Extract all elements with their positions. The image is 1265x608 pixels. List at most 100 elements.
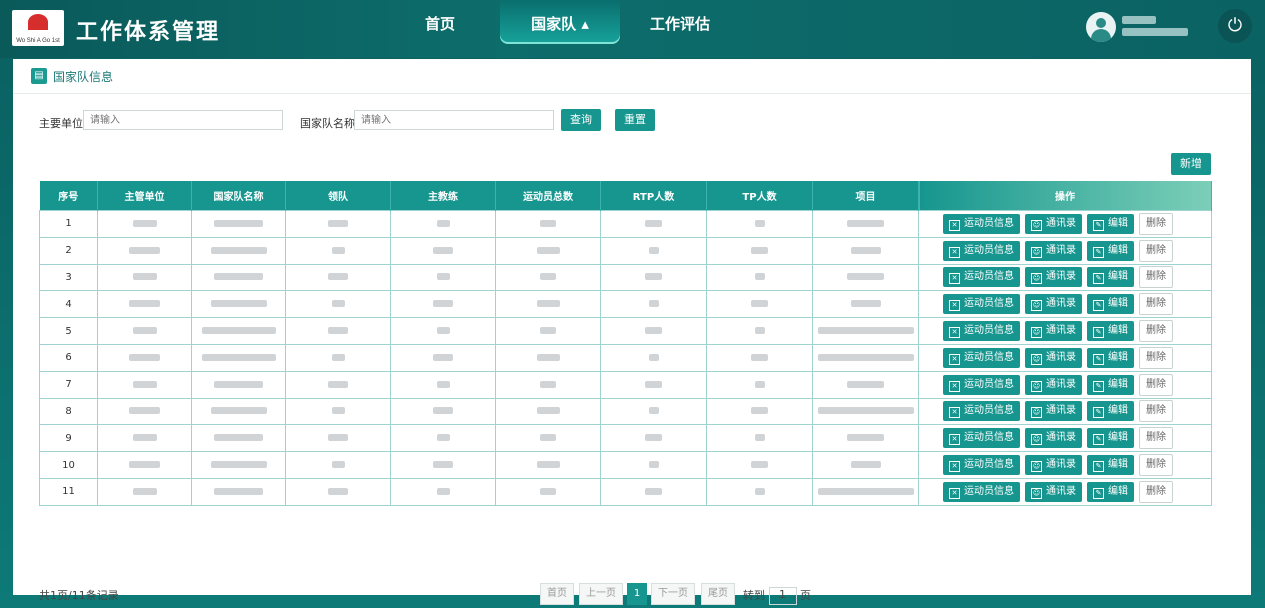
add-button[interactable]: 新增 bbox=[1171, 153, 1211, 175]
redacted-value bbox=[214, 487, 263, 495]
page-first[interactable]: 首页 bbox=[540, 583, 574, 605]
action-label: 运动员信息 bbox=[964, 244, 1014, 256]
athlete-info-button[interactable]: ✕ 运动员信息 bbox=[943, 374, 1020, 395]
edit-button[interactable]: ✎ 编辑 bbox=[1087, 294, 1134, 315]
athlete-info-button[interactable]: ✕ 运动员信息 bbox=[943, 428, 1020, 449]
edit-button[interactable]: ✎ 编辑 bbox=[1087, 401, 1134, 422]
edit-button[interactable]: ✎ 编辑 bbox=[1087, 428, 1134, 449]
redacted-value bbox=[754, 327, 765, 335]
contacts-button[interactable]: ☺ 通讯录 bbox=[1025, 374, 1082, 395]
edit-button[interactable]: ✎ 编辑 bbox=[1087, 374, 1134, 395]
delete-button[interactable]: 删除 bbox=[1139, 346, 1173, 369]
athlete-info-button[interactable]: ✕ 运动员信息 bbox=[943, 455, 1020, 476]
delete-button[interactable]: 删除 bbox=[1139, 454, 1173, 477]
table-row: 2 ✕ 运动员信息 ☺ 通讯录 ✎ 编辑 删除 bbox=[39, 236, 1212, 265]
col-no: 序号 bbox=[39, 181, 98, 211]
contacts-button[interactable]: ☺ 通讯录 bbox=[1025, 321, 1082, 342]
search-button[interactable]: 查询 bbox=[561, 109, 601, 131]
power-icon[interactable]: ⏻ bbox=[1218, 9, 1252, 43]
delete-button[interactable]: 删除 bbox=[1139, 427, 1173, 450]
action-label: 通讯录 bbox=[1046, 298, 1076, 310]
edit-button[interactable]: ✎ 编辑 bbox=[1087, 455, 1134, 476]
delete-button[interactable]: 删除 bbox=[1139, 373, 1173, 396]
redacted-value bbox=[433, 353, 453, 361]
athlete-info-button[interactable]: ✕ 运动员信息 bbox=[943, 401, 1020, 422]
content-panel: ▤ 国家队信息 主要单位 国家队名称 查询 重置 新增 序号 bbox=[13, 59, 1251, 605]
redacted-value bbox=[817, 487, 914, 495]
page-next[interactable]: 下一页 bbox=[651, 583, 695, 605]
redacted-value bbox=[210, 300, 267, 308]
page-current[interactable]: 1 bbox=[627, 583, 647, 605]
edit-button[interactable]: ✎ 编辑 bbox=[1087, 321, 1134, 342]
athlete-info-button[interactable]: ✕ 运动员信息 bbox=[943, 481, 1020, 502]
contacts-button[interactable]: ☺ 通讯录 bbox=[1025, 455, 1082, 476]
redacted-value bbox=[132, 327, 157, 335]
rtp-cell bbox=[600, 290, 707, 319]
action-label: 运动员信息 bbox=[964, 378, 1014, 390]
goto-input[interactable]: 1 bbox=[768, 587, 797, 605]
table-row: 6 ✕ 运动员信息 ☺ 通讯录 ✎ 编辑 删除 bbox=[39, 343, 1212, 372]
athlete-total-cell bbox=[495, 370, 601, 399]
action-label: 编辑 bbox=[1108, 325, 1128, 337]
unit-input[interactable] bbox=[83, 110, 283, 130]
row-number: 10 bbox=[39, 451, 98, 479]
rtp-cell bbox=[600, 397, 707, 426]
rtp-cell bbox=[600, 263, 707, 292]
redacted-value bbox=[436, 434, 450, 442]
redacted-value bbox=[536, 353, 560, 361]
athlete-info-button[interactable]: ✕ 运动员信息 bbox=[943, 321, 1020, 342]
reset-button[interactable]: 重置 bbox=[615, 109, 655, 131]
contacts-button[interactable]: ☺ 通讯录 bbox=[1025, 240, 1082, 261]
leader-cell bbox=[285, 370, 391, 399]
team-name-cell bbox=[191, 397, 286, 426]
edit-button[interactable]: ✎ 编辑 bbox=[1087, 267, 1134, 288]
athlete-total-cell bbox=[495, 236, 601, 265]
delete-button[interactable]: 删除 bbox=[1139, 293, 1173, 316]
contacts-button[interactable]: ☺ 通讯录 bbox=[1025, 428, 1082, 449]
contacts-button[interactable]: ☺ 通讯录 bbox=[1025, 294, 1082, 315]
redacted-value bbox=[331, 246, 345, 254]
athlete-info-button[interactable]: ✕ 运动员信息 bbox=[943, 347, 1020, 368]
nav-evaluation[interactable]: 工作评估 bbox=[620, 0, 740, 44]
contacts-button[interactable]: ☺ 通讯录 bbox=[1025, 347, 1082, 368]
contacts-button[interactable]: ☺ 通讯录 bbox=[1025, 267, 1082, 288]
edit-button[interactable]: ✎ 编辑 bbox=[1087, 213, 1134, 234]
app-frame: Wo Shi A Go 1st 工作体系管理 首页 国家队 ▴ 工作评估 ⏻ ▤… bbox=[0, 0, 1265, 608]
action-label: 运动员信息 bbox=[964, 405, 1014, 417]
page-prev[interactable]: 上一页 bbox=[579, 583, 623, 605]
edit-button[interactable]: ✎ 编辑 bbox=[1087, 481, 1134, 502]
delete-button[interactable]: 删除 bbox=[1139, 320, 1173, 343]
contacts-button[interactable]: ☺ 通讯录 bbox=[1025, 481, 1082, 502]
row-number: 3 bbox=[39, 263, 98, 292]
contacts-button[interactable]: ☺ 通讯录 bbox=[1025, 213, 1082, 234]
nav-national-team[interactable]: 国家队 ▴ bbox=[500, 0, 620, 44]
athlete-info-button[interactable]: ✕ 运动员信息 bbox=[943, 213, 1020, 234]
delete-button[interactable]: 删除 bbox=[1139, 212, 1173, 235]
athlete-info-button[interactable]: ✕ 运动员信息 bbox=[943, 240, 1020, 261]
contacts-button[interactable]: ☺ 通讯录 bbox=[1025, 401, 1082, 422]
delete-button[interactable]: 删除 bbox=[1139, 239, 1173, 262]
action-label: 通讯录 bbox=[1046, 405, 1076, 417]
main-nav: 首页 国家队 ▴ 工作评估 bbox=[380, 0, 740, 44]
avatar[interactable] bbox=[1086, 12, 1116, 42]
athlete-info-button[interactable]: ✕ 运动员信息 bbox=[943, 267, 1020, 288]
row-number: 7 bbox=[39, 370, 98, 399]
edit-button[interactable]: ✎ 编辑 bbox=[1087, 240, 1134, 261]
athlete-info-button[interactable]: ✕ 运动员信息 bbox=[943, 294, 1020, 315]
delete-button[interactable]: 删除 bbox=[1139, 480, 1173, 503]
team-name-input[interactable] bbox=[354, 110, 554, 130]
redacted-value bbox=[645, 327, 662, 335]
redacted-value bbox=[214, 273, 263, 281]
redacted-value bbox=[847, 380, 884, 388]
breadcrumb: ▤ 国家队信息 bbox=[13, 59, 1251, 94]
action-label: 通讯录 bbox=[1046, 485, 1076, 497]
redacted-value bbox=[436, 219, 450, 227]
actions-cell: ✕ 运动员信息 ☺ 通讯录 ✎ 编辑 删除 bbox=[918, 290, 1212, 319]
delete-button[interactable]: 删除 bbox=[1139, 400, 1173, 423]
nav-home[interactable]: 首页 bbox=[380, 0, 500, 44]
contacts-icon: ☺ bbox=[1031, 380, 1042, 392]
action-label: 通讯录 bbox=[1046, 378, 1076, 390]
page-last[interactable]: 尾页 bbox=[701, 583, 735, 605]
delete-button[interactable]: 删除 bbox=[1139, 266, 1173, 289]
edit-button[interactable]: ✎ 编辑 bbox=[1087, 347, 1134, 368]
